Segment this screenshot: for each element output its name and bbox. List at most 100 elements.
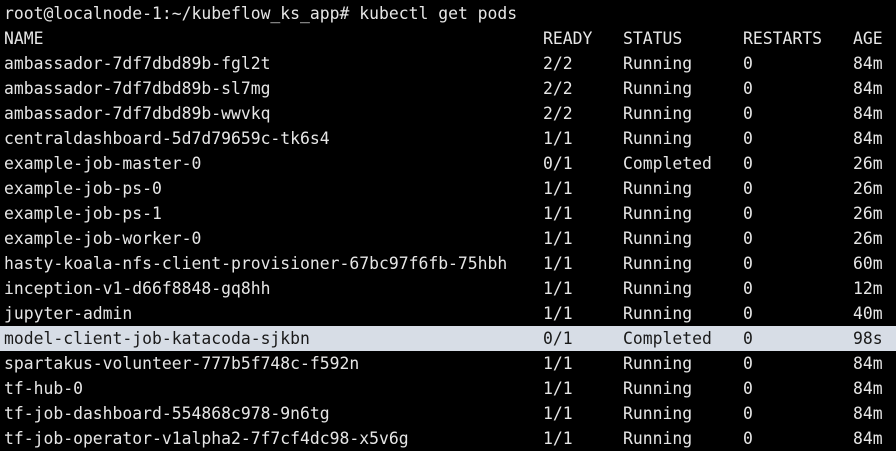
pod-ready-cell: 1/1 xyxy=(543,279,573,298)
pod-ready-cell: 1/1 xyxy=(543,254,573,273)
pod-restarts-cell: 0 xyxy=(743,379,753,398)
pod-status-cell: Running xyxy=(623,379,693,398)
pod-restarts-cell: 0 xyxy=(743,154,753,173)
pod-restarts-cell: 0 xyxy=(743,204,753,223)
pod-age-cell: 60m xyxy=(853,254,883,273)
table-row: example-job-master-0 0/1 Completed 0 26m xyxy=(0,151,896,176)
pod-age-cell: 84m xyxy=(853,429,883,448)
pod-status-cell: Running xyxy=(623,79,693,98)
pod-age-cell: 84m xyxy=(853,129,883,148)
command-text: kubectl get pods xyxy=(359,4,518,23)
pod-name-cell: example-job-ps-0 xyxy=(4,179,162,198)
pod-ready-cell: 1/1 xyxy=(543,354,573,373)
pod-name-cell: centraldashboard-5d7d79659c-tk6s4 xyxy=(4,129,330,148)
pod-age-cell: 26m xyxy=(853,204,883,223)
header-restarts: RESTARTS xyxy=(743,29,822,48)
pod-ready-cell: 2/2 xyxy=(543,54,573,73)
pod-status-cell: Running xyxy=(623,404,693,423)
pod-age-cell: 98s xyxy=(853,329,883,348)
pod-status-cell: Running xyxy=(623,304,693,323)
table-row: example-job-ps-1 1/1 Running 0 26m xyxy=(0,201,896,226)
table-row: spartakus-volunteer-777b5f748c-f592n 1/1 R… xyxy=(0,351,896,376)
pod-ready-cell: 2/2 xyxy=(543,79,573,98)
pod-restarts-cell: 0 xyxy=(743,79,753,98)
pod-ready-cell: 0/1 xyxy=(543,154,573,173)
pod-restarts-cell: 0 xyxy=(743,329,753,348)
pod-name-cell: inception-v1-d66f8848-gq8hh xyxy=(4,279,271,298)
pod-name-cell: spartakus-volunteer-777b5f748c-f592n xyxy=(4,354,360,373)
pod-name-cell: tf-job-operator-v1alpha2-7f7cf4dc98-x5v6… xyxy=(4,429,409,448)
table-row: inception-v1-d66f8848-gq8hh 1/1 Running 0 12… xyxy=(0,276,896,301)
pod-age-cell: 84m xyxy=(853,54,883,73)
pod-restarts-cell: 0 xyxy=(743,229,753,248)
pod-name-cell: model-client-job-katacoda-sjkbn xyxy=(4,329,310,348)
pods-table: NAME READY STATUS RESTARTS AGE ambassado… xyxy=(0,26,896,451)
pod-ready-cell: 1/1 xyxy=(543,229,573,248)
pod-status-cell: Running xyxy=(623,104,693,123)
pod-name-cell: example-job-master-0 xyxy=(4,154,202,173)
pod-status-cell: Completed xyxy=(623,329,712,348)
pod-ready-cell: 1/1 xyxy=(543,204,573,223)
header-status: STATUS xyxy=(623,29,683,48)
pod-restarts-cell: 0 xyxy=(743,429,753,448)
table-row: hasty-koala-nfs-client-provisioner-67bc9… xyxy=(0,251,896,276)
header-ready: READY xyxy=(543,29,593,48)
pod-status-cell: Running xyxy=(623,179,693,198)
table-row: example-job-worker-0 1/1 Running 0 26m xyxy=(0,226,896,251)
pod-restarts-cell: 0 xyxy=(743,179,753,198)
pod-restarts-cell: 0 xyxy=(743,104,753,123)
pod-restarts-cell: 0 xyxy=(743,129,753,148)
pod-restarts-cell: 0 xyxy=(743,279,753,298)
pod-age-cell: 26m xyxy=(853,154,883,173)
pod-restarts-cell: 0 xyxy=(743,54,753,73)
pod-age-cell: 12m xyxy=(853,279,883,298)
pod-ready-cell: 1/1 xyxy=(543,379,573,398)
pod-age-cell: 84m xyxy=(853,79,883,98)
pod-ready-cell: 1/1 xyxy=(543,404,573,423)
pod-name-cell: hasty-koala-nfs-client-provisioner-67bc9… xyxy=(4,254,508,273)
command-line: root@localnode-1:~/kubeflow_ks_app# kube… xyxy=(4,1,517,26)
table-row: jupyter-admin 1/1 Running 0 40m xyxy=(0,301,896,326)
pod-name-cell: tf-hub-0 xyxy=(4,379,83,398)
pod-restarts-cell: 0 xyxy=(743,304,753,323)
pod-name-cell: example-job-worker-0 xyxy=(4,229,202,248)
terminal-window[interactable]: root@localnode-1:~/kubeflow_ks_app# kube… xyxy=(0,0,896,451)
table-row: tf-job-operator-v1alpha2-7f7cf4dc98-x5v6… xyxy=(0,426,896,451)
table-row: example-job-ps-0 1/1 Running 0 26m xyxy=(0,176,896,201)
pod-age-cell: 84m xyxy=(853,404,883,423)
pod-ready-cell: 1/1 xyxy=(543,179,573,198)
pod-name-cell: ambassador-7df7dbd89b-wwvkq xyxy=(4,104,271,123)
pod-restarts-cell: 0 xyxy=(743,404,753,423)
pod-status-cell: Running xyxy=(623,229,693,248)
pod-status-cell: Completed xyxy=(623,154,712,173)
pod-ready-cell: 1/1 xyxy=(543,304,573,323)
pod-age-cell: 26m xyxy=(853,229,883,248)
table-row: ambassador-7df7dbd89b-fgl2t 2/2 Running 0 84… xyxy=(0,51,896,76)
pod-age-cell: 84m xyxy=(853,379,883,398)
table-row: ambassador-7df7dbd89b-sl7mg 2/2 Running 0 84… xyxy=(0,76,896,101)
pod-age-cell: 84m xyxy=(853,104,883,123)
pod-restarts-cell: 0 xyxy=(743,254,753,273)
table-header-row: NAME READY STATUS RESTARTS AGE xyxy=(0,26,896,51)
pod-status-cell: Running xyxy=(623,54,693,73)
table-row: ambassador-7df7dbd89b-wwvkq 2/2 Running 0 84… xyxy=(0,101,896,126)
pod-ready-cell: 2/2 xyxy=(543,104,573,123)
header-name: NAME xyxy=(4,29,44,48)
pod-status-cell: Running xyxy=(623,354,693,373)
table-row: tf-job-dashboard-554868c978-9n6tg 1/1 Runn… xyxy=(0,401,896,426)
pod-status-cell: Running xyxy=(623,279,693,298)
table-row: model-client-job-katacoda-sjkbn 0/1 Comple… xyxy=(0,326,896,351)
pod-age-cell: 84m xyxy=(853,354,883,373)
pod-restarts-cell: 0 xyxy=(743,354,753,373)
table-row: centraldashboard-5d7d79659c-tk6s4 1/1 Runn… xyxy=(0,126,896,151)
header-age: AGE xyxy=(853,29,883,48)
pod-age-cell: 40m xyxy=(853,304,883,323)
table-row: tf-hub-0 1/1 Running 0 84m xyxy=(0,376,896,401)
pod-age-cell: 26m xyxy=(853,179,883,198)
pod-name-cell: example-job-ps-1 xyxy=(4,204,162,223)
pod-ready-cell: 1/1 xyxy=(543,429,573,448)
pod-name-cell: jupyter-admin xyxy=(4,304,133,323)
pod-status-cell: Running xyxy=(623,429,693,448)
pod-status-cell: Running xyxy=(623,204,693,223)
pod-name-cell: tf-job-dashboard-554868c978-9n6tg xyxy=(4,404,330,423)
